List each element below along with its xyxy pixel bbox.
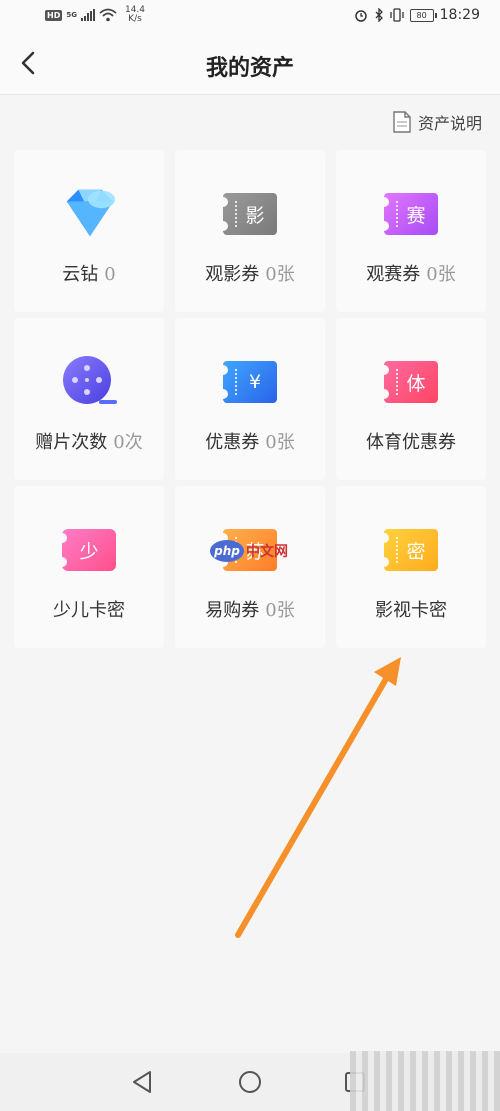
asset-name: 云钻: [62, 264, 99, 285]
asset-card-video-card[interactable]: 密 影视卡密: [336, 486, 486, 648]
ticket-char: 苏: [245, 540, 265, 563]
vibrate-icon: [389, 8, 404, 22]
asset-count: 0张: [426, 264, 456, 285]
page-title: 我的资产: [205, 55, 294, 81]
coupon-icon: ¥: [218, 354, 280, 410]
kids-card-icon: 少: [57, 522, 119, 578]
asset-name: 观影券: [205, 264, 260, 285]
asset-count: 0张: [265, 432, 295, 453]
ticket-char: 少: [79, 540, 99, 563]
nav-bar: 我的资产: [0, 34, 500, 95]
asset-label: 少儿卡密: [14, 596, 164, 622]
asset-label: 体育优惠券: [336, 428, 486, 454]
signal-icon: [80, 9, 95, 21]
wifi-icon: [99, 8, 117, 22]
ticket-char: 影: [245, 204, 265, 227]
asset-label: 赠片次数 0次: [14, 428, 164, 454]
ticket-char: 密: [406, 540, 426, 563]
asset-label: 优惠券 0张: [175, 428, 325, 454]
asset-label: 观影券 0张: [175, 260, 325, 286]
asset-card-kids-card[interactable]: 少 少儿卡密: [14, 486, 164, 648]
system-nav-bar: [0, 1051, 500, 1111]
asset-card-sports-coupon[interactable]: 体 体育优惠券: [336, 318, 486, 480]
asset-count: 0张: [265, 600, 295, 621]
asset-explanation-link[interactable]: 资产说明: [392, 110, 482, 134]
alarm-icon: [354, 10, 367, 22]
asset-name: 赠片次数: [35, 432, 108, 453]
status-right: 80 18:29: [354, 7, 480, 23]
arrow-head: [374, 657, 401, 686]
asset-card-movie-ticket[interactable]: 影 观影券 0张: [175, 150, 325, 312]
asset-name: 易购券: [205, 600, 260, 621]
asset-name: 观赛券: [366, 264, 421, 285]
asset-count: 0张: [265, 264, 295, 285]
asset-grid: 云钻 0 影 观影券 0张 赛 观赛券 0张 赠片次数 0次 ¥ 优惠券 0张 …: [14, 150, 486, 648]
asset-count: 0: [104, 264, 116, 285]
asset-name: 影视卡密: [375, 600, 447, 621]
asset-card-match-ticket[interactable]: 赛 观赛券 0张: [336, 150, 486, 312]
sports-coupon-icon: 体: [379, 354, 441, 410]
film-reel-icon: [59, 354, 119, 410]
diamond-icon: [59, 186, 119, 242]
shopping-coupon-icon: 苏: [218, 522, 280, 578]
asset-explanation-label: 资产说明: [417, 114, 482, 133]
asset-label: 易购券 0张: [175, 596, 325, 622]
net-speed-unit: K/s: [128, 14, 142, 24]
network-type: 5G: [66, 11, 77, 19]
asset-count: 0次: [113, 432, 143, 453]
battery-icon: 80: [409, 8, 437, 22]
ticket-char: 赛: [406, 204, 426, 227]
asset-name: 体育优惠券: [366, 432, 456, 453]
back-triangle-icon[interactable]: [128, 1067, 158, 1097]
arrow-shaft: [235, 669, 393, 938]
asset-label: 观赛券 0张: [336, 260, 486, 286]
asset-label: 影视卡密: [336, 596, 486, 622]
blurred-watermark: [350, 1051, 500, 1111]
ticket-char: 体: [406, 372, 426, 395]
asset-card-yunzuan[interactable]: 云钻 0: [14, 150, 164, 312]
asset-name: 少儿卡密: [53, 600, 125, 621]
bluetooth-icon: [375, 8, 383, 22]
clock: 18:29: [439, 7, 480, 23]
match-ticket-icon: 赛: [379, 186, 441, 242]
movie-ticket-icon: 影: [218, 186, 280, 242]
asset-card-coupon[interactable]: ¥ 优惠券 0张: [175, 318, 325, 480]
asset-card-gift-film[interactable]: 赠片次数 0次: [14, 318, 164, 480]
asset-label: 云钻 0: [14, 260, 164, 286]
hd-badge: HD: [45, 9, 63, 21]
ticket-char: ¥: [248, 371, 262, 393]
asset-card-shopping-coupon[interactable]: 苏 易购券 0张: [175, 486, 325, 648]
home-circle-icon[interactable]: [235, 1067, 265, 1097]
video-card-icon: 密: [379, 522, 441, 578]
document-icon: [393, 111, 411, 133]
net-speed: 14.4 K/s: [125, 6, 145, 24]
status-bar: HD 5G 14.4 K/s 80 18:29: [0, 0, 500, 34]
status-left: HD 5G 14.4 K/s: [45, 6, 145, 24]
asset-name: 优惠券: [205, 432, 260, 453]
